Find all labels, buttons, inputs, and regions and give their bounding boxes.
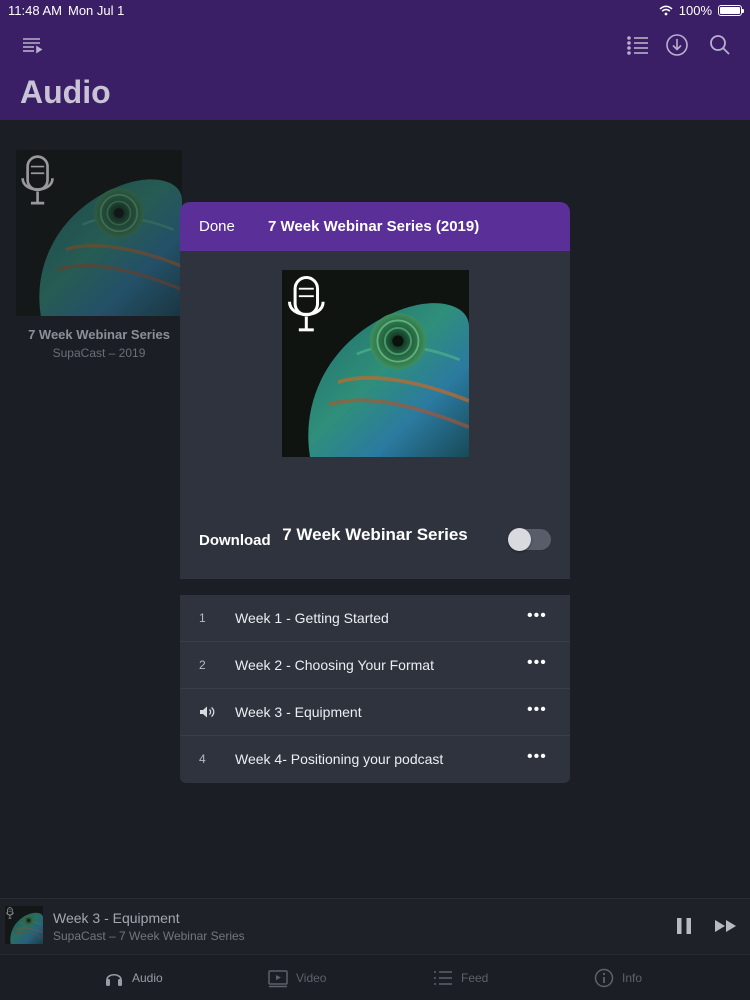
track-number: 1 [199,611,206,625]
now-playing-subtitle: SupaCast – 7 Week Webinar Series [53,929,245,943]
fast-forward-icon[interactable] [714,918,738,934]
search-icon[interactable] [708,33,732,57]
track-row[interactable]: 2 Week 2 - Choosing Your Format ••• [180,642,570,689]
download-label: Download [199,532,271,549]
tab-info[interactable]: Info [594,967,642,989]
mini-player[interactable]: Week 3 - Equipment SupaCast – 7 Week Web… [0,898,750,954]
tab-audio[interactable]: Audio [104,967,163,989]
headphones-icon [106,973,122,986]
download-toggle[interactable] [508,528,551,551]
library-item-subtitle: SupaCast – 2019 [52,346,146,360]
now-playing-title: Week 3 - Equipment [53,910,180,926]
series-artwork [282,270,469,457]
modal-title: 7 Week Webinar Series (2019) [268,218,480,235]
track-title: Week 1 - Getting Started [235,610,389,626]
toggle-knob [508,528,531,551]
track-title: Week 3 - Equipment [235,704,362,720]
track-number: 4 [199,752,206,766]
track-number: 2 [199,658,206,672]
track-row[interactable]: Week 3 - Equipment ••• [180,689,570,736]
tab-bar: Audio Video Feed Info [0,954,750,1000]
more-options-button[interactable]: ••• [527,748,547,766]
modal-header: Done 7 Week Webinar Series (2019) [180,202,570,251]
track-row[interactable]: 4 Week 4- Positioning your podcast ••• [180,736,570,783]
status-bar: 11:48 AM Mon Jul 1 100% [0,0,750,20]
tab-label: Audio [132,971,163,985]
page-title: Audio [20,74,111,110]
tab-label: Info [622,971,643,985]
tab-label: Video [296,971,327,985]
podcast-artwork [16,150,182,316]
track-list: 1 Week 1 - Getting Started ••• 2 Week 2 … [180,595,570,783]
status-right: 100% [659,3,744,18]
track-title: Week 4- Positioning your podcast [235,751,444,767]
battery-icon [718,5,744,16]
video-icon [268,970,288,988]
speaker-playing-icon [200,706,215,718]
track-title: Week 2 - Choosing Your Format [235,657,434,673]
download-icon[interactable] [665,33,689,57]
tab-label: Feed [461,971,489,985]
pause-icon[interactable] [674,916,694,936]
queue-list-icon[interactable] [626,33,650,57]
menu-list-icon[interactable] [20,33,44,57]
more-options-button[interactable]: ••• [527,607,547,625]
library-item-title: 7 Week Webinar Series [28,327,170,342]
info-icon [594,968,614,988]
wifi-icon [659,5,673,16]
now-playing-artwork [5,906,43,944]
status-time: 11:48 AM [8,3,62,18]
done-button[interactable]: Done [199,218,235,235]
status-date: Mon Jul 1 [68,3,125,18]
feed-list-icon [434,971,452,985]
more-options-button[interactable]: ••• [527,701,547,719]
more-options-button[interactable]: ••• [527,654,547,672]
app-header: 11:48 AM Mon Jul 1 100% Audio [0,0,750,120]
library-item[interactable]: 7 Week Webinar Series SupaCast – 2019 [16,150,182,360]
tab-video[interactable]: Video [268,967,326,989]
tab-feed[interactable]: Feed [433,967,488,989]
battery-percent: 100% [678,3,712,18]
track-row[interactable]: 1 Week 1 - Getting Started ••• [180,595,570,642]
series-detail-modal: Done 7 Week Webinar Series (2019) 7 Week… [180,202,570,783]
